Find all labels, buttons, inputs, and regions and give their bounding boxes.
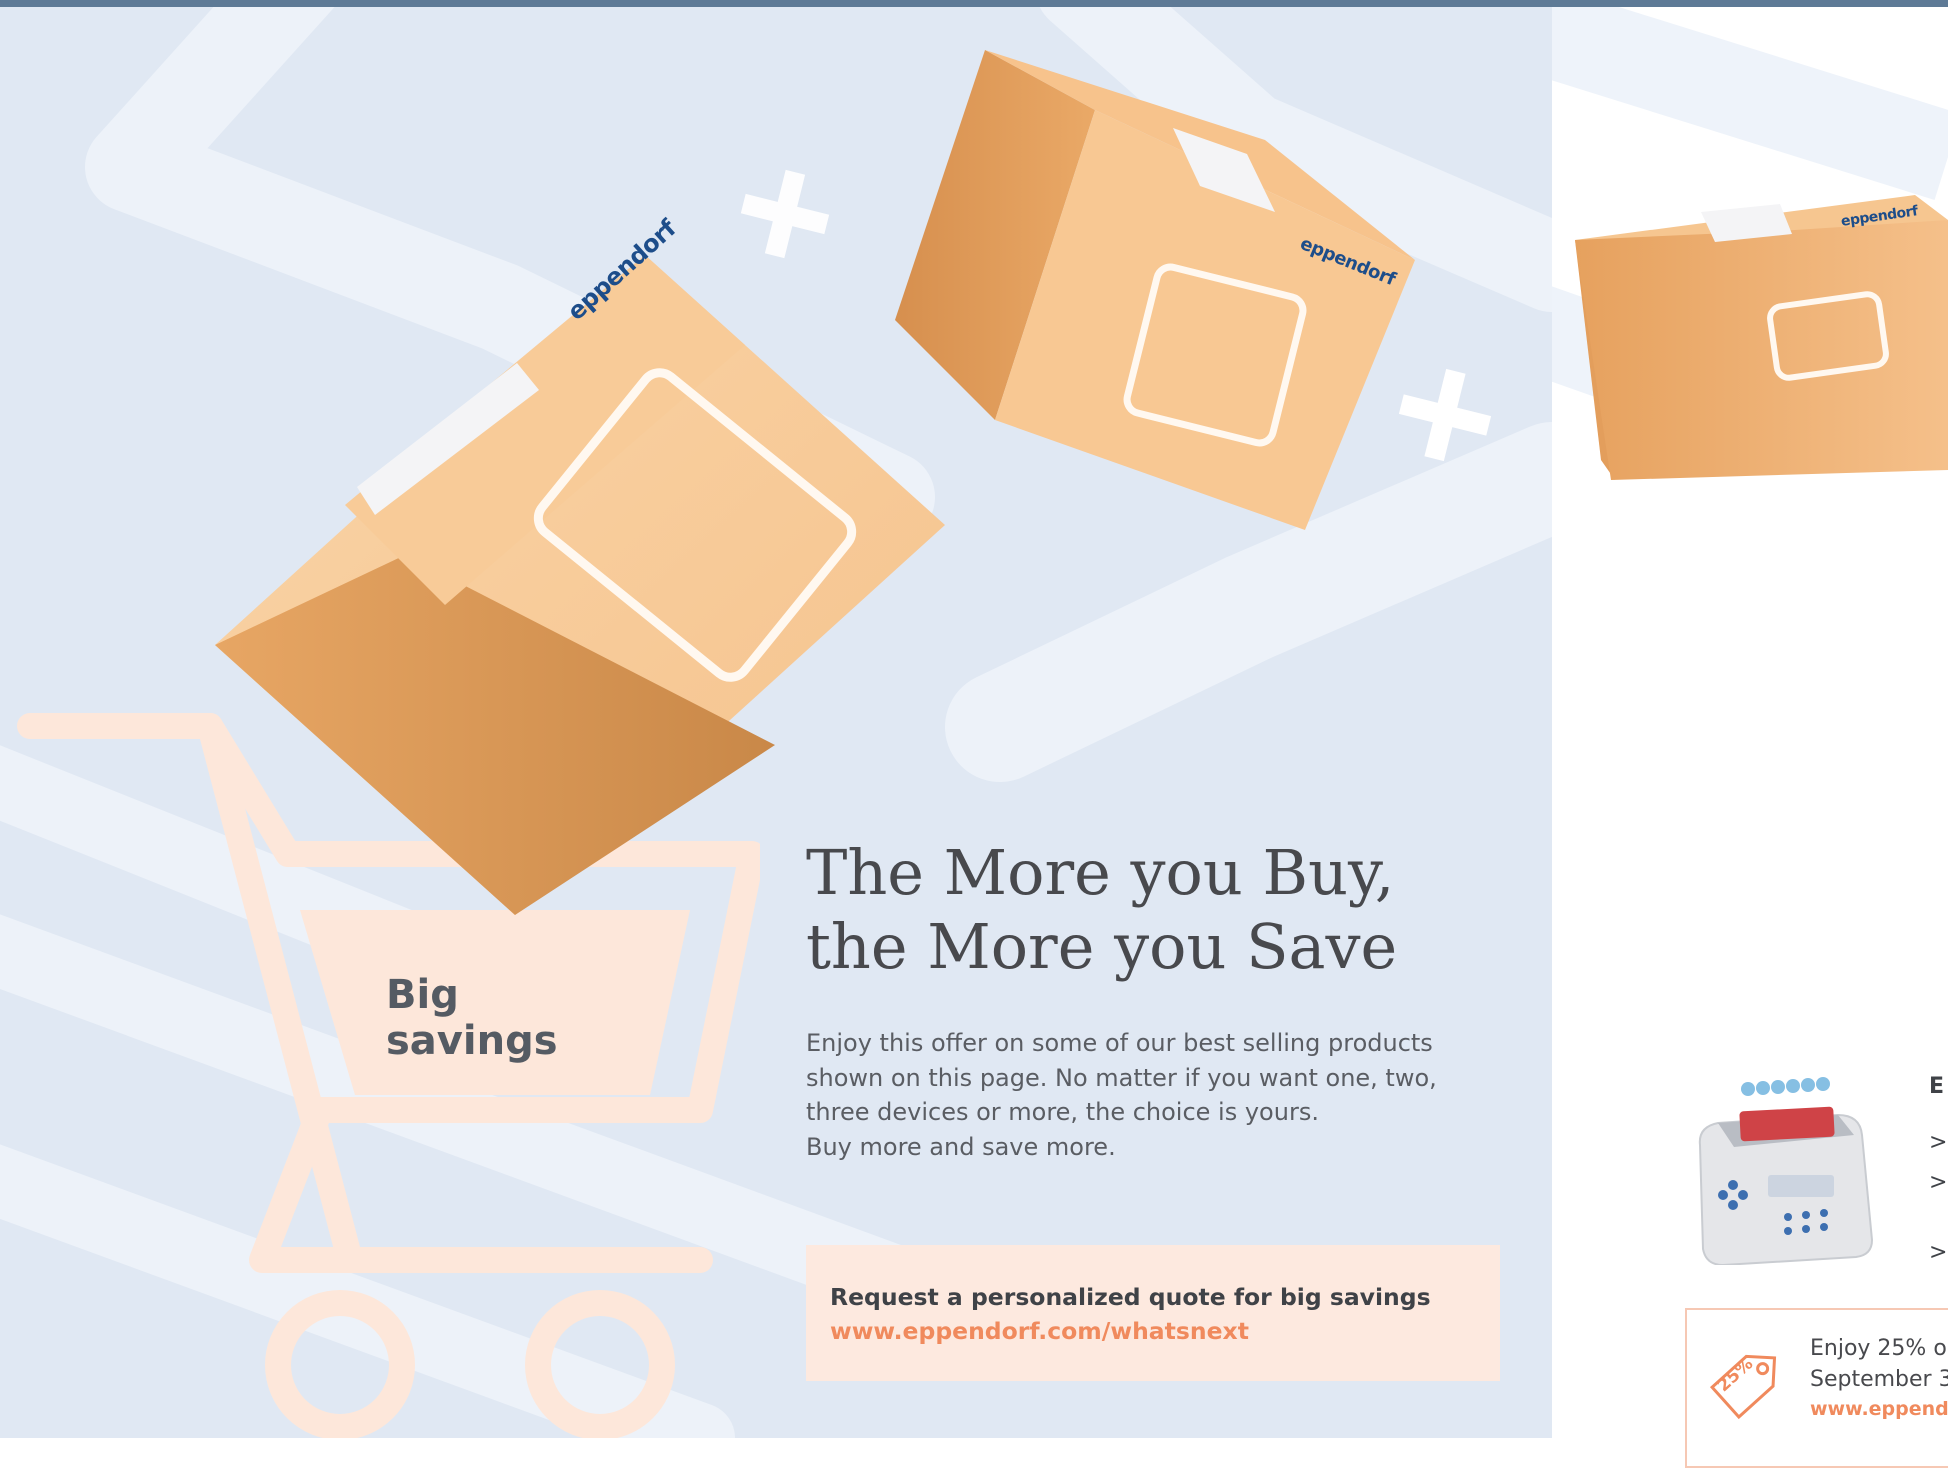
product-title: E — [1929, 1074, 1945, 1099]
body-line: Enjoy this offer on some of our best sel… — [806, 1029, 1433, 1057]
product-bullet: > — [1929, 1130, 1948, 1155]
headline: The More you Buy, the More you Save — [806, 836, 1526, 984]
small-shipping-box: eppendorf — [1575, 190, 1948, 490]
large-shipping-box: eppendorf — [205, 214, 945, 915]
body-text: Enjoy this offer on some of our best sel… — [806, 1026, 1526, 1164]
product-bullet: > — [1929, 1240, 1948, 1265]
product-bullet: > — [1929, 1170, 1948, 1195]
thermomixer-product-image — [1698, 1077, 1874, 1265]
medium-shipping-box: eppendorf — [895, 50, 1425, 540]
offer-text: September 3 — [1810, 1367, 1948, 1392]
body-line: shown on this page. No matter if you wan… — [806, 1063, 1437, 1092]
quote-request-title: Request a personalized quote for big sav… — [830, 1283, 1431, 1311]
quote-request-panel: Request a personalized quote for big sav… — [806, 1245, 1500, 1381]
offer-link[interactable]: www.eppend — [1810, 1398, 1948, 1420]
headline-line: The More you Buy, — [806, 836, 1395, 909]
offer-text: Enjoy 25% o — [1810, 1336, 1947, 1361]
quote-request-link[interactable]: www.eppendorf.com/whatsnext — [830, 1317, 1249, 1345]
body-line: three devices or more, the choice is you… — [806, 1098, 1319, 1126]
headline-line: the More you Save — [806, 910, 1398, 983]
top-bar — [0, 0, 1948, 7]
body-line: Buy more and save more. — [806, 1132, 1116, 1161]
cart-label: Big savings — [386, 972, 558, 1064]
